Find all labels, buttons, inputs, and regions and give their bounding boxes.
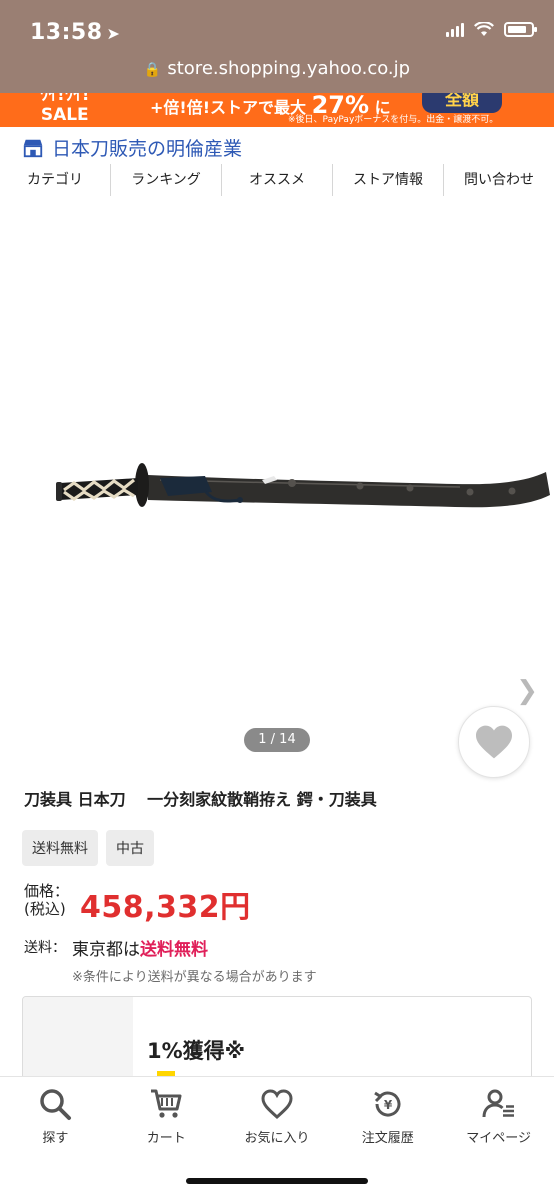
heart-icon bbox=[476, 725, 512, 759]
tag-free-shipping: 送料無料 bbox=[22, 830, 98, 866]
product-image-katana bbox=[56, 463, 550, 508]
promo-banner[interactable]: ﾜｲ!ﾜｲ! SALE +倍!倍!ストアで最大 27% に ※後日、PayPay… bbox=[0, 93, 554, 127]
promo-note: ※後日、PayPayボーナスを付与。出金・譲渡不可。 bbox=[288, 115, 499, 125]
url-bar[interactable]: 🔒 store.shopping.yahoo.co.jp bbox=[0, 58, 554, 79]
url-text: store.shopping.yahoo.co.jp bbox=[167, 58, 411, 79]
points-card[interactable]: 1%獲得※ bbox=[22, 996, 532, 1086]
svg-text:¥: ¥ bbox=[384, 1098, 393, 1112]
store-name-link[interactable]: 日本刀販売の明倫産業 bbox=[52, 134, 242, 161]
status-time: 13:58 ➤ bbox=[30, 20, 120, 45]
tabbar-mypage[interactable]: マイページ bbox=[443, 1077, 554, 1155]
status-icons bbox=[446, 22, 537, 37]
product-price: 458,332円 bbox=[80, 890, 251, 925]
tag-used: 中古 bbox=[106, 830, 154, 866]
user-icon bbox=[482, 1089, 514, 1118]
shipping-region: 東京都は bbox=[72, 940, 140, 960]
price-label-line-2: (税込) bbox=[24, 900, 66, 918]
promo-badge: 全額 bbox=[422, 93, 502, 113]
price-label: 価格： (税込) bbox=[24, 882, 69, 918]
favorite-button[interactable] bbox=[458, 706, 530, 778]
tab-recommend[interactable]: オススメ bbox=[221, 164, 332, 196]
store-header[interactable]: 日本刀販売の明倫産業 bbox=[22, 134, 242, 161]
shipping-free-link[interactable]: 送料無料 bbox=[140, 940, 208, 960]
points-card-side bbox=[23, 997, 133, 1085]
cart-icon bbox=[151, 1089, 182, 1118]
history-icon: ¥ bbox=[373, 1091, 401, 1117]
battery-icon bbox=[504, 22, 537, 37]
search-icon bbox=[40, 1089, 72, 1120]
tab-ranking[interactable]: ランキング bbox=[110, 164, 221, 196]
home-indicator[interactable] bbox=[186, 1178, 368, 1184]
wifi-icon bbox=[474, 22, 494, 36]
tabbar-cart[interactable]: カート bbox=[111, 1077, 222, 1155]
tabbar-favorites[interactable]: お気に入り bbox=[222, 1077, 333, 1155]
tabbar-cart-label: カート bbox=[146, 1131, 186, 1146]
tabbar-search-label: 探す bbox=[42, 1131, 69, 1146]
sale-line-2: SALE bbox=[40, 105, 89, 125]
product-title: 刀装具 日本刀 一分刻家紋散鞘拵え 鍔・刀装具 bbox=[24, 790, 377, 809]
tabbar-order-history[interactable]: ¥ 注文履歴 bbox=[332, 1077, 443, 1155]
tabbar-mypage-label: マイページ bbox=[466, 1131, 531, 1146]
heart-icon bbox=[261, 1089, 293, 1120]
points-rate: 1%獲得※ bbox=[147, 1039, 246, 1063]
sale-logo: ﾜｲ!ﾜｲ! SALE bbox=[40, 93, 90, 125]
shipping-info: 東京都は送料無料 bbox=[72, 935, 208, 960]
shipping-label: 送料： bbox=[24, 940, 66, 956]
signal-icon bbox=[446, 22, 464, 37]
tabbar-favorites-label: お気に入り bbox=[244, 1131, 310, 1146]
tabbar-order-history-label: 注文履歴 bbox=[361, 1131, 414, 1146]
price-label-line-1: 価格： bbox=[24, 882, 70, 900]
next-image-chevron-icon[interactable]: ❯ bbox=[516, 676, 538, 706]
gallery-pager: 1 / 14 bbox=[244, 728, 310, 752]
shipping-note: ※条件により送料が異なる場合があります bbox=[72, 970, 317, 985]
store-nav: カテゴリ ランキング オススメ ストア情報 問い合わせ bbox=[0, 164, 554, 196]
tab-contact[interactable]: 問い合わせ bbox=[443, 164, 554, 196]
clock: 13:58 bbox=[30, 20, 103, 45]
product-tags: 送料無料 中古 bbox=[22, 830, 154, 866]
sale-line-1: ﾜｲ!ﾜｲ! bbox=[40, 93, 90, 105]
store-icon bbox=[23, 139, 43, 157]
promo-prefix: +倍!倍!ストアで最大 bbox=[150, 98, 307, 117]
tabbar-search[interactable]: 探す bbox=[0, 1077, 111, 1155]
tab-category[interactable]: カテゴリ bbox=[0, 164, 110, 196]
lock-icon: 🔒 bbox=[143, 62, 162, 78]
browser-topbar: 13:58 ➤ 🔒 store.shopping.yahoo.co.jp bbox=[0, 0, 554, 93]
tab-store-info[interactable]: ストア情報 bbox=[332, 164, 443, 196]
location-arrow-icon: ➤ bbox=[106, 24, 121, 43]
product-image-gallery[interactable]: ❯ bbox=[0, 210, 554, 755]
